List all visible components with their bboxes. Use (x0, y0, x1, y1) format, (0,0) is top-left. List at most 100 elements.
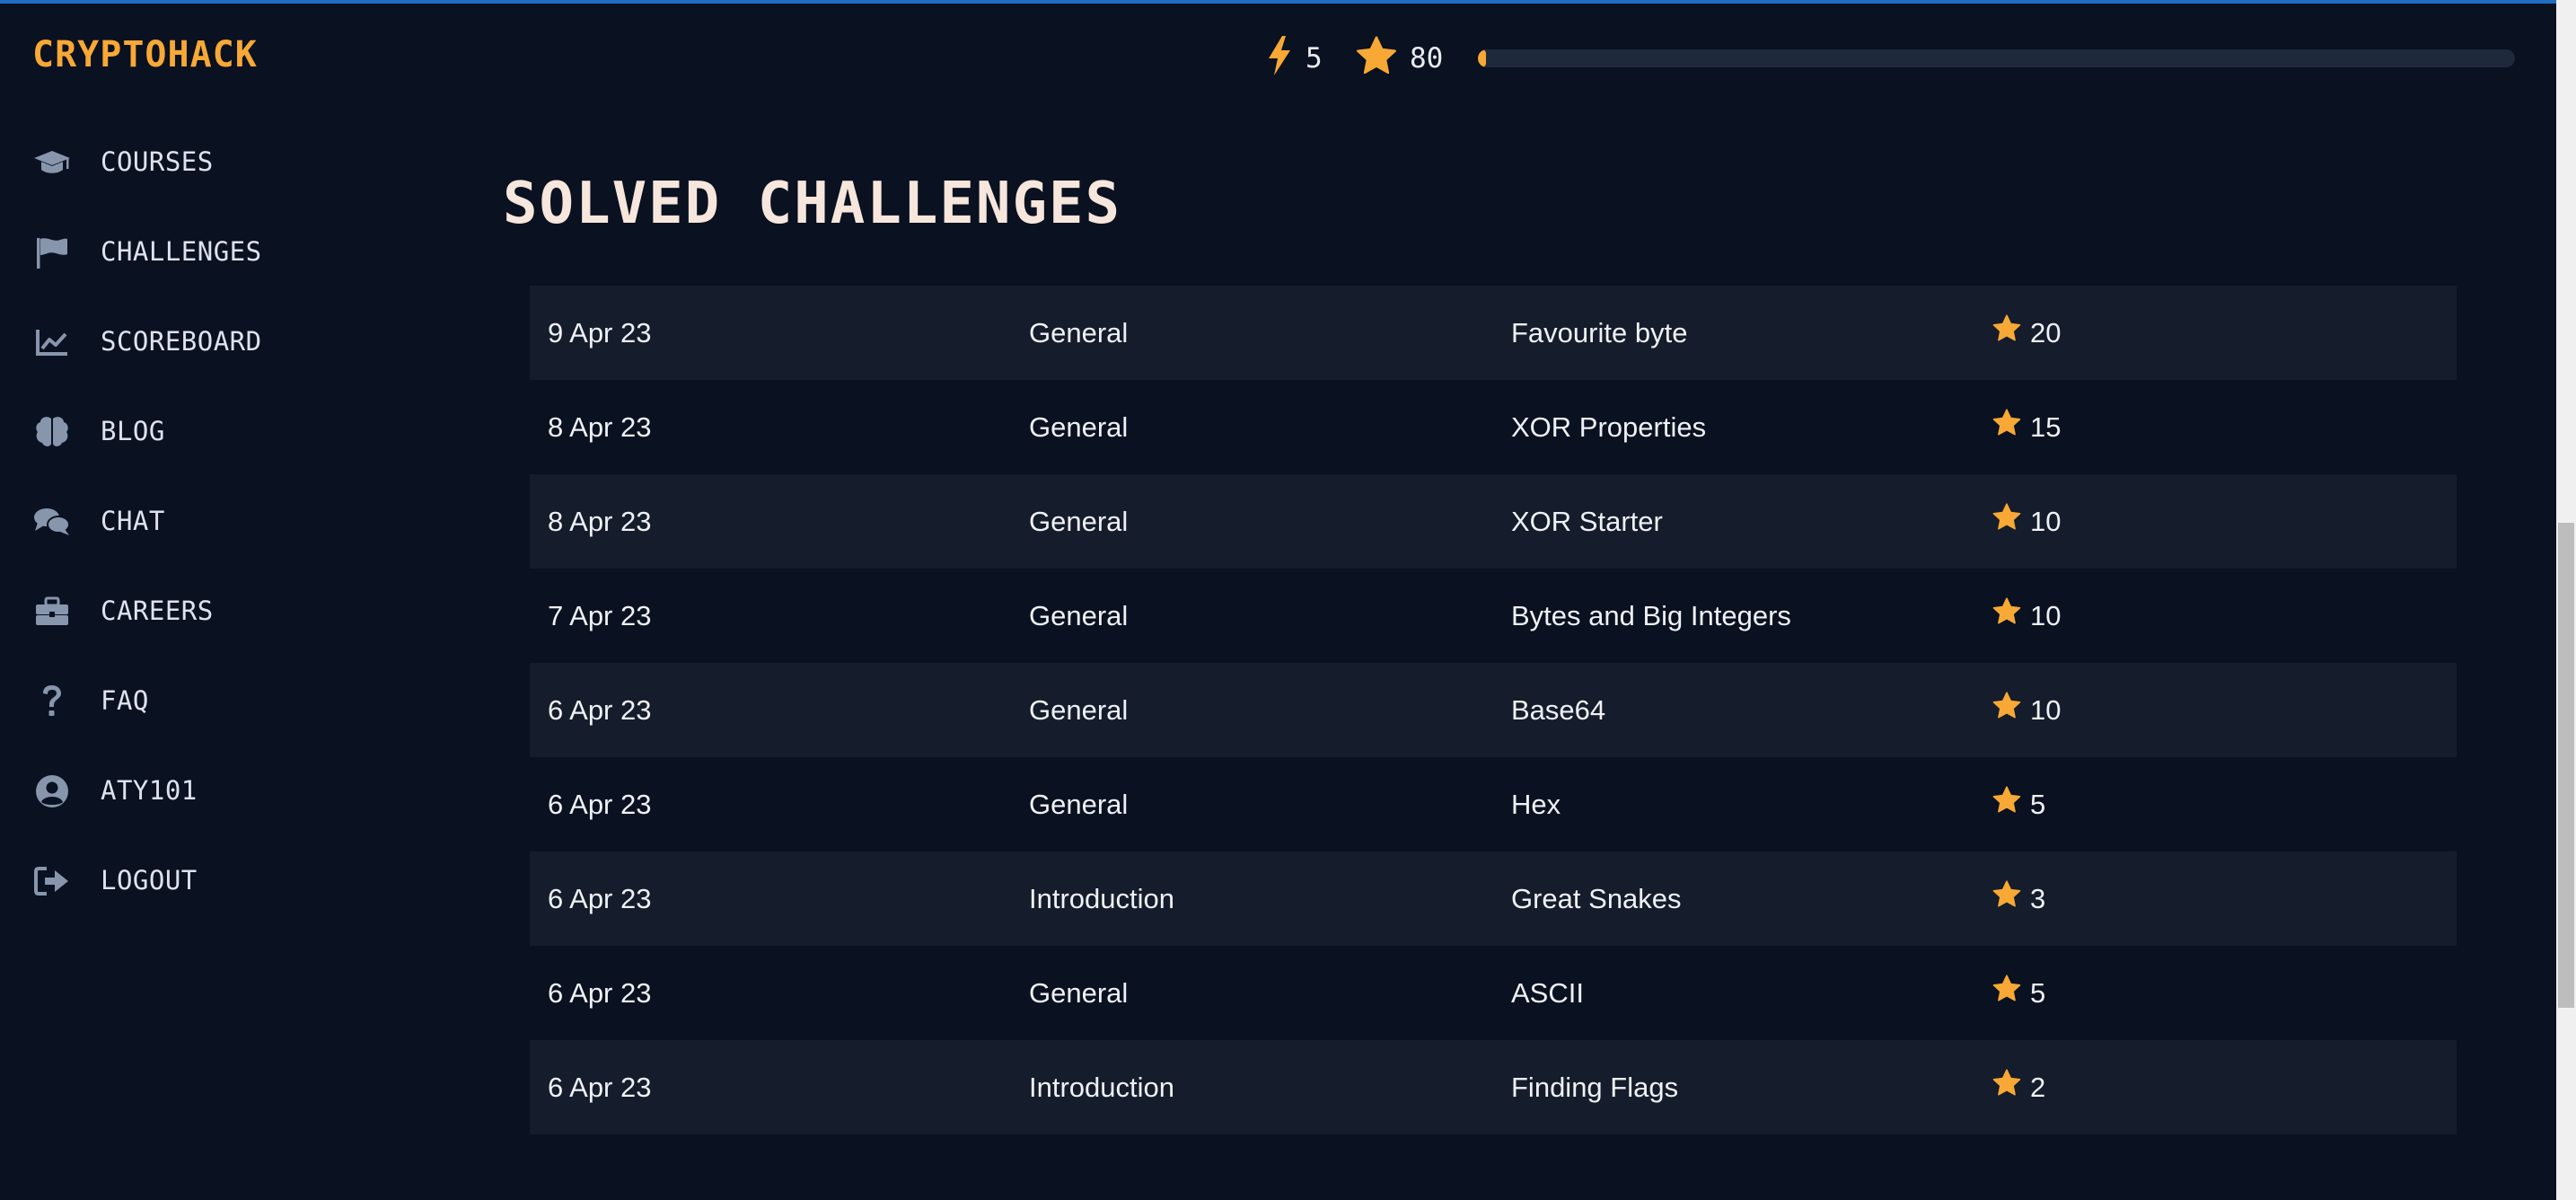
table-row[interactable]: 9 Apr 23 General Favourite byte 20 (530, 286, 2457, 380)
points-value: 10 (2030, 506, 2062, 537)
sidebar-item-label: BLOG (101, 416, 165, 446)
table-row[interactable]: 6 Apr 23 General Base64 10 (530, 663, 2457, 757)
table-row[interactable]: 6 Apr 23 General Hex 5 (530, 757, 2457, 851)
sidebar-item-label: COURSES (101, 146, 214, 177)
challenge-points: 10 (1992, 474, 2061, 569)
solved-date: 6 Apr 23 (548, 789, 652, 820)
star-icon (1992, 946, 2030, 1040)
graduation-cap-icon (33, 147, 71, 178)
solved-date: 9 Apr 23 (548, 317, 652, 349)
solved-date: 6 Apr 23 (548, 694, 652, 726)
points-value: 15 (2030, 411, 2062, 443)
challenge-category[interactable]: General (1029, 757, 1128, 851)
sidebar-item-chat[interactable]: CHAT (0, 494, 377, 548)
challenge-category[interactable]: General (1029, 380, 1128, 474)
brain-icon (33, 417, 71, 447)
score-progress-fill (1478, 49, 1487, 67)
challenge-points: 5 (1992, 757, 2045, 851)
challenge-category[interactable]: General (1029, 569, 1128, 663)
sidebar-item-logout[interactable]: LOGOUT (0, 853, 377, 907)
points-value: 5 (2030, 977, 2046, 1009)
table-row[interactable]: 6 Apr 23 Introduction Great Snakes 3 (530, 851, 2457, 946)
star-icon (1992, 286, 2030, 380)
solved-date: 8 Apr 23 (548, 506, 652, 537)
table-row[interactable]: 6 Apr 23 General ASCII 5 (530, 946, 2457, 1040)
sidebar-item-blog[interactable]: BLOG (0, 404, 377, 458)
challenge-name[interactable]: XOR Properties (1511, 380, 1706, 474)
streak-stat: 5 (1266, 36, 1323, 75)
sidebar-item-label: CHAT (101, 506, 165, 536)
question-icon (33, 685, 71, 717)
solved-date: 7 Apr 23 (548, 600, 652, 631)
challenge-category[interactable]: Introduction (1029, 851, 1174, 946)
table-row[interactable]: 6 Apr 23 Introduction Finding Flags 2 (530, 1040, 2457, 1134)
sidebar-item-label: CHALLENGES (101, 236, 262, 267)
challenge-points: 10 (1992, 663, 2061, 757)
star-icon (1992, 663, 2030, 757)
star-icon (1356, 36, 1397, 75)
challenge-category[interactable]: General (1029, 474, 1128, 569)
sidebar-item-profile[interactable]: ATY101 (0, 763, 377, 817)
briefcase-icon (33, 596, 71, 627)
brand-logo[interactable]: CRYPTOHACK (32, 34, 258, 75)
star-icon (1992, 851, 2030, 946)
sidebar-item-label: FAQ (101, 685, 149, 716)
challenge-name[interactable]: Base64 (1511, 663, 1605, 757)
challenge-category[interactable]: General (1029, 946, 1128, 1040)
sidebar-item-challenges[interactable]: CHALLENGES (0, 225, 377, 278)
score-stat: 80 (1356, 36, 1443, 75)
table-row[interactable]: 8 Apr 23 General XOR Starter 10 (530, 474, 2457, 569)
points-value: 5 (2030, 789, 2046, 820)
challenge-name[interactable]: Finding Flags (1511, 1040, 1678, 1134)
sidebar-item-label: CAREERS (101, 596, 214, 626)
challenge-points: 20 (1992, 286, 2061, 380)
challenge-name[interactable]: ASCII (1511, 946, 1584, 1040)
challenge-category[interactable]: General (1029, 286, 1128, 380)
challenge-points: 2 (1992, 1040, 2045, 1134)
comments-icon (33, 507, 71, 537)
scrollbar[interactable] (2556, 0, 2576, 1200)
solved-date: 6 Apr 23 (548, 883, 652, 914)
challenge-points: 5 (1992, 946, 2045, 1040)
points-value: 2 (2030, 1072, 2046, 1103)
challenge-points: 3 (1992, 851, 2045, 946)
page-title: SOLVED CHALLENGES (503, 171, 1122, 237)
lightning-icon (1266, 36, 1293, 75)
user-circle-icon (33, 775, 71, 807)
challenge-points: 15 (1992, 380, 2061, 474)
sidebar-item-scoreboard[interactable]: SCOREBOARD (0, 314, 377, 368)
solved-date: 8 Apr 23 (548, 411, 652, 443)
solved-challenges-table: 9 Apr 23 General Favourite byte 20 8 Apr 23 G… (530, 286, 2457, 1134)
top-accent-line (0, 0, 2576, 4)
challenge-name[interactable]: Great Snakes (1511, 851, 1682, 946)
sidebar-item-label: ATY101 (101, 775, 198, 806)
score-value: 80 (1410, 42, 1444, 75)
challenge-name[interactable]: Hex (1511, 757, 1561, 851)
points-value: 20 (2030, 317, 2062, 349)
sidebar-item-courses[interactable]: COURSES (0, 135, 377, 189)
chart-line-icon (33, 327, 71, 357)
points-value: 10 (2030, 600, 2062, 631)
challenge-category[interactable]: Introduction (1029, 1040, 1174, 1134)
points-value: 3 (2030, 883, 2046, 914)
challenge-name[interactable]: XOR Starter (1511, 474, 1663, 569)
sign-out-icon (33, 866, 71, 896)
flag-icon (33, 237, 71, 269)
score-progress-bar (1478, 49, 2515, 67)
sidebar-item-careers[interactable]: CAREERS (0, 584, 377, 638)
points-value: 10 (2030, 694, 2062, 726)
star-icon (1992, 474, 2030, 569)
challenge-name[interactable]: Bytes and Big Integers (1511, 569, 1791, 663)
solved-date: 6 Apr 23 (548, 1072, 652, 1103)
solved-date: 6 Apr 23 (548, 977, 652, 1009)
sidebar-item-label: SCOREBOARD (101, 326, 262, 357)
table-row[interactable]: 8 Apr 23 General XOR Properties 15 (530, 380, 2457, 474)
streak-value: 5 (1306, 42, 1323, 75)
table-row[interactable]: 7 Apr 23 General Bytes and Big Integers 10 (530, 569, 2457, 663)
star-icon (1992, 757, 2030, 851)
scrollbar-thumb[interactable] (2558, 523, 2574, 1008)
sidebar-item-faq[interactable]: FAQ (0, 674, 377, 728)
sidebar-item-label: LOGOUT (101, 865, 198, 896)
challenge-category[interactable]: General (1029, 663, 1128, 757)
challenge-name[interactable]: Favourite byte (1511, 286, 1687, 380)
